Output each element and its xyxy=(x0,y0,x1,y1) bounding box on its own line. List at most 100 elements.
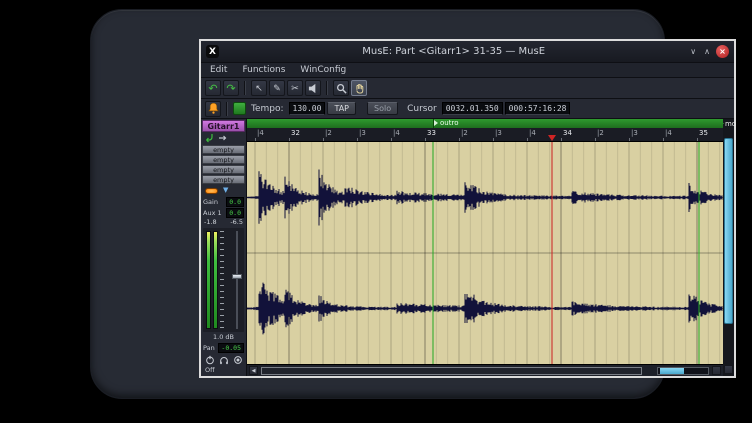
meter-scale-ticks xyxy=(220,231,224,329)
volume-fader-handle[interactable] xyxy=(232,274,242,279)
meter-bar-left xyxy=(206,231,211,329)
shade-icon[interactable]: ∨ xyxy=(688,47,698,56)
screen: X MusE: Part <Gitarr1> 31-35 — MusE ∨ ∧ … xyxy=(0,0,752,423)
ruler-tick xyxy=(493,138,494,141)
titlebar[interactable]: X MusE: Part <Gitarr1> 31-35 — MusE ∨ ∧ … xyxy=(201,41,734,62)
pan-value[interactable]: -0.05 xyxy=(218,343,244,353)
output-routing-icon[interactable] xyxy=(218,133,228,143)
ruler-label: |2 xyxy=(597,129,604,137)
ruler-label: |2 xyxy=(325,129,332,137)
aux-row: Aux 1 0.0 xyxy=(202,207,245,218)
part-slot-0[interactable]: empty xyxy=(202,145,245,154)
vertical-scrollbar[interactable]: ▸ mo xyxy=(723,119,734,376)
zoom-slider-thumb[interactable] xyxy=(660,368,684,374)
vscroll-thumb[interactable] xyxy=(724,138,733,324)
marker-strip[interactable]: outro xyxy=(247,119,723,128)
meter-right-value: -6.5 xyxy=(230,218,243,227)
stereo-led[interactable] xyxy=(205,188,218,194)
hand-icon xyxy=(354,83,365,94)
headphones-icon[interactable] xyxy=(219,355,229,365)
gain-row: Gain 0.0 xyxy=(202,196,245,207)
window-title: MusE: Part <Gitarr1> 31-35 — MusE xyxy=(223,46,684,57)
horizontal-scrollbar[interactable]: ◀ xyxy=(247,364,723,376)
volume-fader-track[interactable] xyxy=(236,231,238,329)
gain-value[interactable]: 0.0 xyxy=(226,197,244,207)
track-panel: Gitarr1 emptyemptyemptyempty ▼ Gain 0.0 xyxy=(201,119,247,376)
unshade-icon[interactable]: ∧ xyxy=(702,47,712,56)
edit-toolbar: ↶ ↷ ↖ ✎ ✂ xyxy=(201,77,734,98)
record-icon[interactable] xyxy=(233,355,243,365)
pointer-icon: ↖ xyxy=(255,83,263,94)
scroll-left-button[interactable]: ◀ xyxy=(249,366,258,375)
automation-mode-label[interactable]: Off xyxy=(202,366,245,375)
hscroll-track[interactable] xyxy=(261,367,642,375)
marker-label: outro xyxy=(440,119,458,128)
pan-tool-button[interactable] xyxy=(351,80,367,96)
ruler-label: |4 xyxy=(529,129,536,137)
left-arrow-icon: ◀ xyxy=(252,368,256,374)
menu-winconfig[interactable]: WinConfig xyxy=(300,65,346,75)
ruler-tick xyxy=(425,138,426,141)
toolbar-separator xyxy=(244,81,246,95)
meter-bar-right xyxy=(213,231,218,329)
marker-overflow: ▸ mo xyxy=(721,119,736,128)
timeline-ruler[interactable]: |432|2|3|433|2|3|434|2|3|435 xyxy=(247,128,723,142)
menu-functions[interactable]: Functions xyxy=(242,65,285,75)
track-routing-row xyxy=(202,132,245,144)
toolbar-separator xyxy=(326,81,328,95)
toolbar-separator xyxy=(226,102,228,116)
aux-value[interactable]: 0.0 xyxy=(226,208,244,218)
ruler-tick xyxy=(357,138,358,141)
tap-button[interactable]: TAP xyxy=(327,102,356,115)
zoom-slider[interactable] xyxy=(657,367,709,375)
ruler-tick xyxy=(323,138,324,141)
magnifier-icon xyxy=(336,83,347,94)
metronome-button[interactable] xyxy=(205,101,221,117)
playhead-marker[interactable] xyxy=(548,135,556,141)
menubar: Edit Functions WinConfig xyxy=(201,62,734,77)
ruler-tick xyxy=(697,138,698,141)
close-icon: × xyxy=(719,47,726,56)
marker-flag-icon[interactable] xyxy=(433,119,434,128)
input-routing-icon[interactable] xyxy=(204,133,214,143)
ruler-tick xyxy=(391,138,392,141)
redo-button[interactable]: ↷ xyxy=(223,80,239,96)
pointer-tool-button[interactable]: ↖ xyxy=(251,80,267,96)
tempo-value[interactable]: 130.00 xyxy=(289,102,326,115)
pan-row: Pan -0.05 xyxy=(202,342,245,353)
ruler-tick xyxy=(459,138,460,141)
scissors-tool-button[interactable]: ✂ xyxy=(287,80,303,96)
sync-icon[interactable] xyxy=(233,102,246,115)
redo-icon: ↷ xyxy=(226,82,235,95)
part-slot-2[interactable]: empty xyxy=(202,165,245,174)
power-icon[interactable] xyxy=(205,355,215,365)
speaker-icon xyxy=(308,83,319,94)
menu-edit[interactable]: Edit xyxy=(210,65,227,75)
part-slot-3[interactable]: empty xyxy=(202,175,245,184)
db-label: 1.0 dB xyxy=(202,333,245,342)
aux-label: Aux 1 xyxy=(203,209,222,217)
waveform-area[interactable] xyxy=(247,142,723,364)
app-logo-glyph: X xyxy=(209,47,216,57)
pan-label: Pan xyxy=(203,344,215,352)
ruler-label: 34 xyxy=(563,129,572,137)
undo-icon: ↶ xyxy=(208,82,217,95)
close-button[interactable]: × xyxy=(716,45,729,58)
dropdown-arrow-icon[interactable]: ▼ xyxy=(223,187,228,194)
ruler-tick xyxy=(289,138,290,141)
vscroll-button[interactable] xyxy=(724,365,733,374)
part-slot-1[interactable]: empty xyxy=(202,155,245,164)
vscroll-track[interactable] xyxy=(724,130,733,363)
ruler-label: |4 xyxy=(257,129,264,137)
undo-button[interactable]: ↶ xyxy=(205,80,221,96)
track-name[interactable]: Gitarr1 xyxy=(202,120,245,132)
mute-tool-button[interactable] xyxy=(305,80,321,96)
cursor-label: Cursor xyxy=(407,104,437,114)
solo-button[interactable]: Solo xyxy=(367,102,398,115)
pencil-tool-button[interactable]: ✎ xyxy=(269,80,285,96)
ruler-tick xyxy=(663,138,664,141)
tempo-label: Tempo: xyxy=(251,104,284,114)
zoom-button[interactable] xyxy=(712,366,721,375)
stereo-row: ▼ xyxy=(202,185,245,196)
zoom-tool-button[interactable] xyxy=(333,80,349,96)
